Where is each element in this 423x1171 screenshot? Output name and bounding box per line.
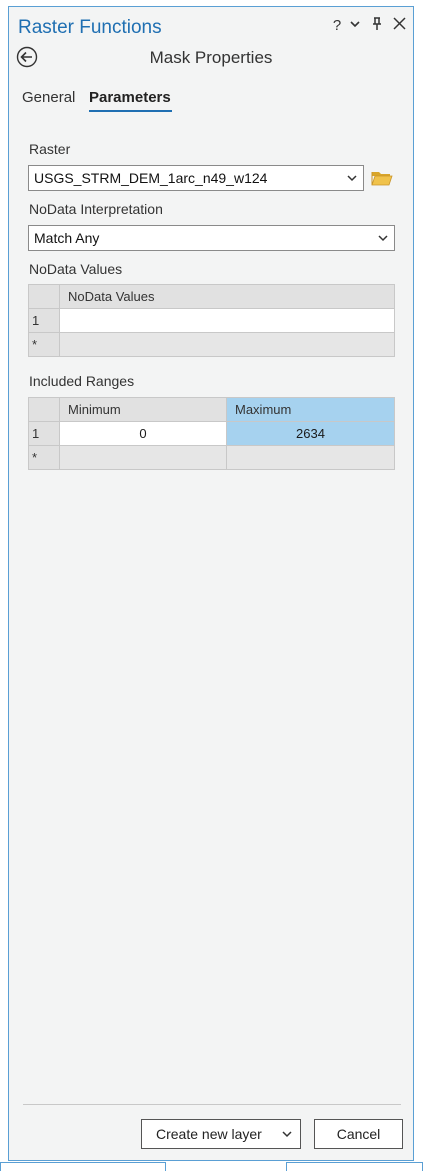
nodata-values-table: NoData Values 1 * (28, 284, 395, 357)
raster-select-value: USGS_STRM_DEM_1arc_n49_w124 (34, 170, 268, 186)
included-ranges-label: Included Ranges (29, 373, 135, 389)
corner-cell (28, 284, 60, 309)
row-header[interactable]: 1 (28, 421, 60, 446)
close-icon[interactable] (391, 17, 407, 35)
raster-label: Raster (29, 141, 71, 157)
pane-title: Raster Functions (18, 17, 162, 38)
nodata-values-label: NoData Values (29, 261, 123, 277)
pin-icon[interactable] (369, 17, 385, 36)
new-row-marker[interactable]: * (28, 445, 60, 470)
tab-general[interactable]: General (22, 89, 75, 106)
new-row-cell[interactable] (226, 445, 395, 470)
help-icon[interactable]: ? (330, 17, 344, 35)
docked-tab-right[interactable] (286, 1162, 423, 1171)
table-row: 1 0 2634 (28, 421, 395, 446)
new-row: * (28, 332, 395, 357)
table-row: 1 (28, 308, 395, 333)
chevron-down-icon[interactable] (347, 17, 363, 35)
new-row-cell[interactable] (59, 332, 395, 357)
nodata-interpretation-select[interactable]: Match Any (28, 225, 395, 251)
row-header[interactable]: 1 (28, 308, 60, 333)
cancel-button[interactable]: Cancel (314, 1119, 403, 1149)
create-new-layer-button[interactable]: Create new layer (141, 1119, 301, 1149)
chevron-down-icon (282, 1120, 292, 1159)
docked-tab-left[interactable] (0, 1162, 166, 1171)
raster-functions-pane: Raster Functions ? Mask Properties Gener… (8, 6, 414, 1161)
new-row-cell[interactable] (59, 445, 227, 470)
chevron-down-icon (378, 226, 388, 259)
new-row: * (28, 445, 395, 470)
nodata-interpretation-value: Match Any (34, 230, 100, 246)
nodata-value-cell[interactable] (59, 308, 395, 333)
column-header-maximum[interactable]: Maximum (226, 397, 395, 422)
footer-divider (23, 1104, 401, 1105)
nodata-interpretation-label: NoData Interpretation (29, 201, 163, 217)
active-tab-indicator (89, 110, 172, 112)
minimum-cell[interactable]: 0 (59, 421, 227, 446)
page-title: Mask Properties (149, 48, 273, 67)
create-new-layer-label: Create new layer (156, 1126, 262, 1142)
chevron-down-icon (347, 166, 357, 199)
raster-select[interactable]: USGS_STRM_DEM_1arc_n49_w124 (28, 165, 364, 191)
maximum-cell[interactable]: 2634 (226, 421, 395, 446)
included-ranges-table: Minimum Maximum 1 0 2634 * (28, 397, 395, 470)
column-header-nodata-values[interactable]: NoData Values (59, 284, 395, 309)
corner-cell (28, 397, 60, 422)
tab-parameters[interactable]: Parameters (89, 89, 171, 106)
new-row-marker[interactable]: * (28, 332, 60, 357)
folder-icon[interactable] (371, 170, 393, 186)
column-header-minimum[interactable]: Minimum (59, 397, 227, 422)
